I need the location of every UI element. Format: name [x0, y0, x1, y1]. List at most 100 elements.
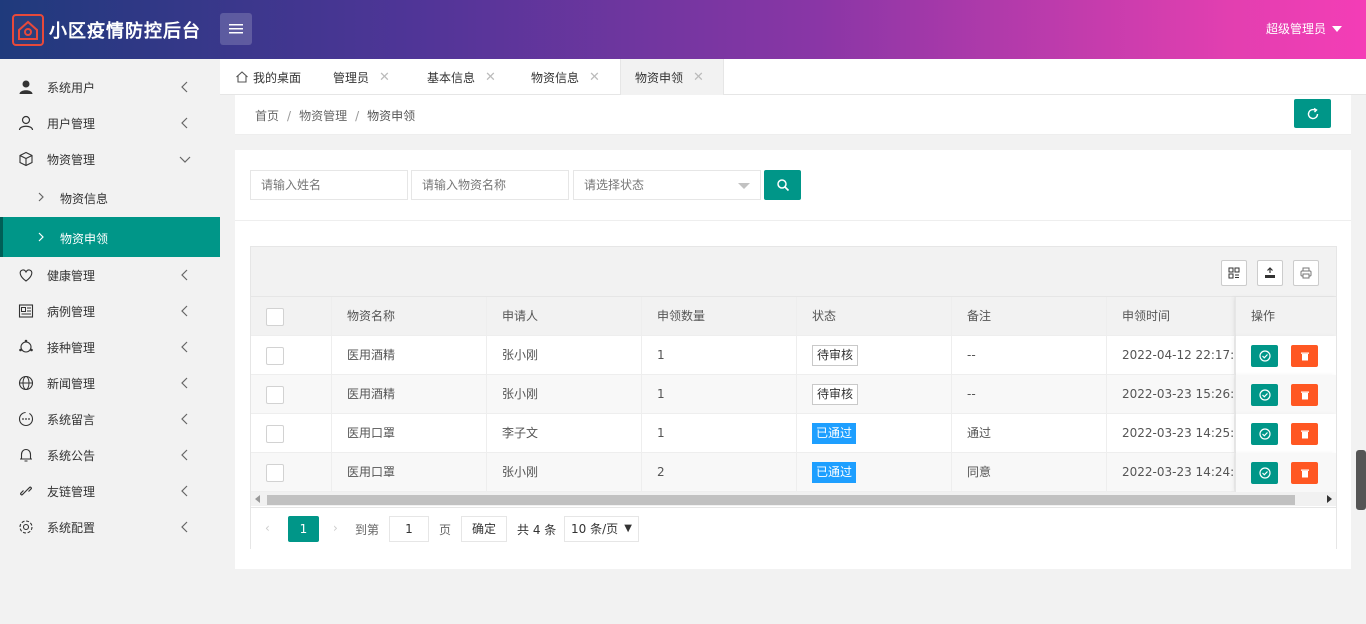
approve-button[interactable]: [1251, 384, 1278, 406]
link-icon: [20, 486, 32, 496]
menu-toggle-button[interactable]: [220, 13, 252, 45]
prev-page-icon[interactable]: ‹: [265, 521, 270, 535]
name-search-input[interactable]: 请输入姓名: [250, 170, 408, 200]
check-circle-icon: [1258, 389, 1271, 401]
trash-icon: [1300, 352, 1309, 361]
chevron-left-icon: [181, 305, 188, 317]
approve-button[interactable]: [1251, 345, 1278, 367]
globe-icon: [18, 375, 34, 391]
table-row: 医用口罩 李子文 1 已通过 通过 2022-03-23 14:25:30: [251, 414, 1336, 453]
column-header[interactable]: 申请人: [487, 297, 642, 336]
scrollbar-thumb[interactable]: [267, 495, 1295, 505]
sidebar-subitem-supply-info[interactable]: 物资信息: [0, 177, 220, 217]
column-header[interactable]: 物资名称: [332, 297, 487, 336]
search-button[interactable]: [764, 170, 801, 200]
trash-icon: [1300, 391, 1309, 400]
sidebar: 系统用户 用户管理 物资管理 物资信息 物资申领 健康管理 病例管理 接种管理 …: [0, 59, 220, 624]
delete-button[interactable]: [1291, 423, 1318, 445]
close-icon[interactable]: ✕: [485, 70, 496, 85]
confirm-page-button[interactable]: 确定: [461, 516, 507, 542]
chevron-down-icon: ▼: [624, 523, 632, 534]
hamburger-icon: [229, 24, 243, 34]
delete-button[interactable]: [1291, 345, 1318, 367]
sidebar-item-system-users[interactable]: 系统用户: [0, 69, 220, 105]
close-icon[interactable]: ✕: [589, 70, 600, 85]
row-checkbox[interactable]: [266, 347, 284, 365]
check-circle-icon: [1258, 350, 1271, 362]
sidebar-item-cases[interactable]: 病例管理: [0, 293, 220, 329]
gear-icon: [19, 520, 33, 534]
delete-button[interactable]: [1291, 384, 1318, 406]
sidebar-item-health[interactable]: 健康管理: [0, 257, 220, 293]
status-badge: 待审核: [812, 345, 859, 366]
close-icon[interactable]: ✕: [693, 70, 704, 85]
export-button[interactable]: [1257, 260, 1283, 286]
approve-button[interactable]: [1251, 462, 1278, 484]
column-header[interactable]: 申领时间: [1107, 297, 1235, 336]
sidebar-item-links[interactable]: 友链管理: [0, 473, 220, 509]
total-count: 共 4 条: [517, 523, 557, 537]
item-search-input[interactable]: 请输入物资名称: [411, 170, 569, 200]
page-number-input[interactable]: 1: [389, 516, 429, 542]
tab-supply-info[interactable]: 物资信息 ✕: [531, 59, 600, 95]
page-size-select[interactable]: 10 条/页 ▼: [564, 516, 639, 542]
check-circle-icon: [1258, 428, 1271, 440]
row-checkbox[interactable]: [266, 425, 284, 443]
columns-filter-button[interactable]: [1221, 260, 1247, 286]
tab-desktop[interactable]: 我的桌面: [235, 59, 301, 95]
home-icon: [236, 71, 248, 83]
column-header[interactable]: 申领数量: [642, 297, 797, 336]
sidebar-item-announcements[interactable]: 系统公告: [0, 437, 220, 473]
sidebar-item-vaccination[interactable]: 接种管理: [0, 329, 220, 365]
column-header[interactable]: 状态: [797, 297, 952, 336]
data-table: 物资名称 申请人 申领数量 状态 备注 申领时间 操作 医用酒精 张小刚 1 待…: [250, 246, 1337, 549]
status-badge: 已通过: [812, 423, 857, 444]
sidebar-item-news[interactable]: 新闻管理: [0, 365, 220, 401]
row-checkbox[interactable]: [266, 386, 284, 404]
sidebar-item-user-management[interactable]: 用户管理: [0, 105, 220, 141]
column-header[interactable]: 备注: [952, 297, 1107, 336]
tab-basic-info[interactable]: 基本信息 ✕: [427, 59, 496, 95]
sidebar-item-messages[interactable]: 系统留言: [0, 401, 220, 437]
refresh-button[interactable]: [1294, 99, 1331, 128]
tab-admin[interactable]: 管理员 ✕: [333, 59, 390, 95]
house-logo-icon: [12, 14, 44, 46]
chevron-left-icon: [181, 117, 188, 129]
pagination: ‹ 1 › 到第 1 页 确定 共 4 条 10 条/页 ▼: [251, 507, 1336, 549]
chevron-left-icon: [181, 449, 188, 461]
user-menu[interactable]: 超级管理员: [1266, 20, 1342, 37]
sidebar-item-settings[interactable]: 系统配置: [0, 509, 220, 545]
trash-icon: [1300, 430, 1309, 439]
user-outline-icon: [18, 115, 34, 131]
sidebar-subitem-supply-claim[interactable]: 物资申领: [0, 217, 220, 257]
next-page-icon[interactable]: ›: [333, 521, 338, 535]
breadcrumb-home[interactable]: 首页: [255, 109, 279, 123]
approve-button[interactable]: [1251, 423, 1278, 445]
trash-icon: [1300, 469, 1309, 478]
chevron-left-icon: [181, 485, 188, 497]
page-scroll-indicator[interactable]: [1356, 450, 1366, 510]
current-page[interactable]: 1: [288, 516, 319, 542]
goto-label: 到第: [355, 523, 380, 537]
sidebar-item-supplies[interactable]: 物资管理: [0, 141, 220, 177]
chevron-left-icon: [181, 341, 188, 353]
chevron-left-icon: [181, 377, 188, 389]
tab-bar: 我的桌面 管理员 ✕ 基本信息 ✕ 物资信息 ✕ 物资申领 ✕: [220, 59, 1366, 96]
breadcrumb-parent[interactable]: 物资管理: [299, 109, 347, 123]
chevron-right-icon: [38, 232, 44, 242]
table-header-row: 物资名称 申请人 申领数量 状态 备注 申领时间 操作: [251, 297, 1336, 336]
scroll-right-icon[interactable]: [1327, 495, 1332, 503]
heart-icon: [19, 269, 33, 282]
select-all-checkbox[interactable]: [266, 308, 284, 326]
top-header: 小区疫情防控后台 超级管理员: [0, 0, 1366, 59]
print-button[interactable]: [1293, 260, 1319, 286]
tab-supply-claim[interactable]: 物资申领 ✕: [620, 59, 724, 96]
close-icon[interactable]: ✕: [379, 70, 390, 85]
delete-button[interactable]: [1291, 462, 1318, 484]
row-checkbox[interactable]: [266, 464, 284, 482]
chevron-down-icon: [179, 156, 191, 163]
scroll-left-icon[interactable]: [255, 495, 260, 503]
status-badge: 已通过: [812, 462, 857, 483]
horizontal-scrollbar[interactable]: [251, 492, 1336, 506]
status-select[interactable]: 请选择状态: [573, 170, 761, 200]
